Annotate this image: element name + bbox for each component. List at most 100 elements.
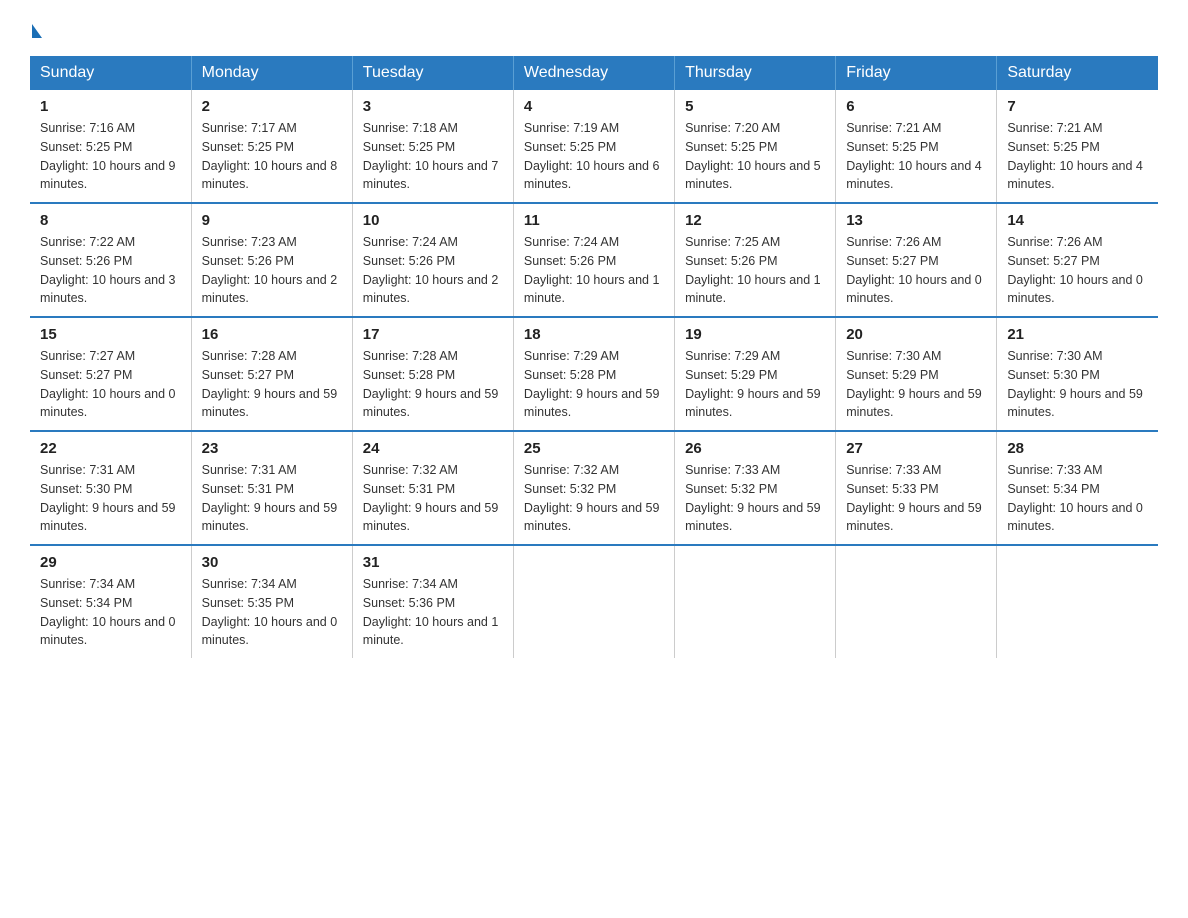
day-info: Sunrise: 7:30 AM Sunset: 5:29 PM Dayligh… bbox=[846, 347, 986, 422]
day-info: Sunrise: 7:23 AM Sunset: 5:26 PM Dayligh… bbox=[202, 233, 342, 308]
day-number: 1 bbox=[40, 98, 181, 115]
day-cell: 30 Sunrise: 7:34 AM Sunset: 5:35 PM Dayl… bbox=[191, 545, 352, 658]
day-info: Sunrise: 7:32 AM Sunset: 5:32 PM Dayligh… bbox=[524, 461, 664, 536]
day-info: Sunrise: 7:32 AM Sunset: 5:31 PM Dayligh… bbox=[363, 461, 503, 536]
day-number: 19 bbox=[685, 326, 825, 343]
day-info: Sunrise: 7:28 AM Sunset: 5:27 PM Dayligh… bbox=[202, 347, 342, 422]
day-number: 21 bbox=[1007, 326, 1148, 343]
day-number: 28 bbox=[1007, 440, 1148, 457]
day-number: 23 bbox=[202, 440, 342, 457]
day-cell: 7 Sunrise: 7:21 AM Sunset: 5:25 PM Dayli… bbox=[997, 90, 1158, 203]
day-info: Sunrise: 7:27 AM Sunset: 5:27 PM Dayligh… bbox=[40, 347, 181, 422]
day-info: Sunrise: 7:21 AM Sunset: 5:25 PM Dayligh… bbox=[1007, 119, 1148, 194]
header-day-thursday: Thursday bbox=[675, 56, 836, 90]
day-cell: 4 Sunrise: 7:19 AM Sunset: 5:25 PM Dayli… bbox=[513, 90, 674, 203]
day-cell: 17 Sunrise: 7:28 AM Sunset: 5:28 PM Dayl… bbox=[352, 317, 513, 431]
day-cell: 8 Sunrise: 7:22 AM Sunset: 5:26 PM Dayli… bbox=[30, 203, 191, 317]
day-number: 30 bbox=[202, 554, 342, 571]
day-cell: 20 Sunrise: 7:30 AM Sunset: 5:29 PM Dayl… bbox=[836, 317, 997, 431]
day-number: 25 bbox=[524, 440, 664, 457]
day-number: 26 bbox=[685, 440, 825, 457]
day-cell: 28 Sunrise: 7:33 AM Sunset: 5:34 PM Dayl… bbox=[997, 431, 1158, 545]
header-day-sunday: Sunday bbox=[30, 56, 191, 90]
day-info: Sunrise: 7:18 AM Sunset: 5:25 PM Dayligh… bbox=[363, 119, 503, 194]
day-info: Sunrise: 7:21 AM Sunset: 5:25 PM Dayligh… bbox=[846, 119, 986, 194]
page-header bbox=[30, 20, 1158, 38]
day-number: 11 bbox=[524, 212, 664, 229]
header-day-tuesday: Tuesday bbox=[352, 56, 513, 90]
day-cell: 15 Sunrise: 7:27 AM Sunset: 5:27 PM Dayl… bbox=[30, 317, 191, 431]
day-number: 7 bbox=[1007, 98, 1148, 115]
week-row-4: 22 Sunrise: 7:31 AM Sunset: 5:30 PM Dayl… bbox=[30, 431, 1158, 545]
day-number: 29 bbox=[40, 554, 181, 571]
day-cell: 6 Sunrise: 7:21 AM Sunset: 5:25 PM Dayli… bbox=[836, 90, 997, 203]
day-number: 18 bbox=[524, 326, 664, 343]
day-cell: 1 Sunrise: 7:16 AM Sunset: 5:25 PM Dayli… bbox=[30, 90, 191, 203]
day-number: 16 bbox=[202, 326, 342, 343]
day-cell: 5 Sunrise: 7:20 AM Sunset: 5:25 PM Dayli… bbox=[675, 90, 836, 203]
day-cell: 14 Sunrise: 7:26 AM Sunset: 5:27 PM Dayl… bbox=[997, 203, 1158, 317]
day-number: 27 bbox=[846, 440, 986, 457]
day-number: 2 bbox=[202, 98, 342, 115]
week-row-5: 29 Sunrise: 7:34 AM Sunset: 5:34 PM Dayl… bbox=[30, 545, 1158, 658]
day-number: 31 bbox=[363, 554, 503, 571]
day-cell: 3 Sunrise: 7:18 AM Sunset: 5:25 PM Dayli… bbox=[352, 90, 513, 203]
day-info: Sunrise: 7:24 AM Sunset: 5:26 PM Dayligh… bbox=[363, 233, 503, 308]
day-number: 22 bbox=[40, 440, 181, 457]
day-number: 3 bbox=[363, 98, 503, 115]
day-info: Sunrise: 7:31 AM Sunset: 5:30 PM Dayligh… bbox=[40, 461, 181, 536]
day-cell: 29 Sunrise: 7:34 AM Sunset: 5:34 PM Dayl… bbox=[30, 545, 191, 658]
day-number: 10 bbox=[363, 212, 503, 229]
week-row-1: 1 Sunrise: 7:16 AM Sunset: 5:25 PM Dayli… bbox=[30, 90, 1158, 203]
day-cell: 23 Sunrise: 7:31 AM Sunset: 5:31 PM Dayl… bbox=[191, 431, 352, 545]
day-cell bbox=[997, 545, 1158, 658]
calendar-header: SundayMondayTuesdayWednesdayThursdayFrid… bbox=[30, 56, 1158, 90]
day-number: 17 bbox=[363, 326, 503, 343]
day-cell: 31 Sunrise: 7:34 AM Sunset: 5:36 PM Dayl… bbox=[352, 545, 513, 658]
logo-arrow-icon bbox=[32, 24, 42, 38]
day-cell: 25 Sunrise: 7:32 AM Sunset: 5:32 PM Dayl… bbox=[513, 431, 674, 545]
day-info: Sunrise: 7:19 AM Sunset: 5:25 PM Dayligh… bbox=[524, 119, 664, 194]
day-cell bbox=[836, 545, 997, 658]
day-info: Sunrise: 7:22 AM Sunset: 5:26 PM Dayligh… bbox=[40, 233, 181, 308]
day-cell bbox=[675, 545, 836, 658]
day-cell: 2 Sunrise: 7:17 AM Sunset: 5:25 PM Dayli… bbox=[191, 90, 352, 203]
day-number: 24 bbox=[363, 440, 503, 457]
day-number: 14 bbox=[1007, 212, 1148, 229]
day-cell: 13 Sunrise: 7:26 AM Sunset: 5:27 PM Dayl… bbox=[836, 203, 997, 317]
day-number: 9 bbox=[202, 212, 342, 229]
day-info: Sunrise: 7:17 AM Sunset: 5:25 PM Dayligh… bbox=[202, 119, 342, 194]
calendar-table: SundayMondayTuesdayWednesdayThursdayFrid… bbox=[30, 56, 1158, 658]
day-info: Sunrise: 7:34 AM Sunset: 5:34 PM Dayligh… bbox=[40, 575, 181, 650]
day-cell: 26 Sunrise: 7:33 AM Sunset: 5:32 PM Dayl… bbox=[675, 431, 836, 545]
header-day-wednesday: Wednesday bbox=[513, 56, 674, 90]
day-number: 20 bbox=[846, 326, 986, 343]
day-cell: 19 Sunrise: 7:29 AM Sunset: 5:29 PM Dayl… bbox=[675, 317, 836, 431]
week-row-3: 15 Sunrise: 7:27 AM Sunset: 5:27 PM Dayl… bbox=[30, 317, 1158, 431]
day-info: Sunrise: 7:29 AM Sunset: 5:28 PM Dayligh… bbox=[524, 347, 664, 422]
day-cell: 21 Sunrise: 7:30 AM Sunset: 5:30 PM Dayl… bbox=[997, 317, 1158, 431]
day-info: Sunrise: 7:25 AM Sunset: 5:26 PM Dayligh… bbox=[685, 233, 825, 308]
day-info: Sunrise: 7:34 AM Sunset: 5:36 PM Dayligh… bbox=[363, 575, 503, 650]
day-number: 15 bbox=[40, 326, 181, 343]
day-info: Sunrise: 7:33 AM Sunset: 5:34 PM Dayligh… bbox=[1007, 461, 1148, 536]
day-number: 6 bbox=[846, 98, 986, 115]
day-cell: 10 Sunrise: 7:24 AM Sunset: 5:26 PM Dayl… bbox=[352, 203, 513, 317]
day-info: Sunrise: 7:31 AM Sunset: 5:31 PM Dayligh… bbox=[202, 461, 342, 536]
day-cell: 27 Sunrise: 7:33 AM Sunset: 5:33 PM Dayl… bbox=[836, 431, 997, 545]
day-number: 12 bbox=[685, 212, 825, 229]
day-number: 13 bbox=[846, 212, 986, 229]
week-row-2: 8 Sunrise: 7:22 AM Sunset: 5:26 PM Dayli… bbox=[30, 203, 1158, 317]
day-number: 8 bbox=[40, 212, 181, 229]
day-info: Sunrise: 7:16 AM Sunset: 5:25 PM Dayligh… bbox=[40, 119, 181, 194]
day-cell: 11 Sunrise: 7:24 AM Sunset: 5:26 PM Dayl… bbox=[513, 203, 674, 317]
day-cell: 18 Sunrise: 7:29 AM Sunset: 5:28 PM Dayl… bbox=[513, 317, 674, 431]
day-info: Sunrise: 7:33 AM Sunset: 5:32 PM Dayligh… bbox=[685, 461, 825, 536]
header-day-monday: Monday bbox=[191, 56, 352, 90]
day-info: Sunrise: 7:24 AM Sunset: 5:26 PM Dayligh… bbox=[524, 233, 664, 308]
header-day-friday: Friday bbox=[836, 56, 997, 90]
day-info: Sunrise: 7:28 AM Sunset: 5:28 PM Dayligh… bbox=[363, 347, 503, 422]
day-cell: 12 Sunrise: 7:25 AM Sunset: 5:26 PM Dayl… bbox=[675, 203, 836, 317]
day-info: Sunrise: 7:34 AM Sunset: 5:35 PM Dayligh… bbox=[202, 575, 342, 650]
day-info: Sunrise: 7:29 AM Sunset: 5:29 PM Dayligh… bbox=[685, 347, 825, 422]
